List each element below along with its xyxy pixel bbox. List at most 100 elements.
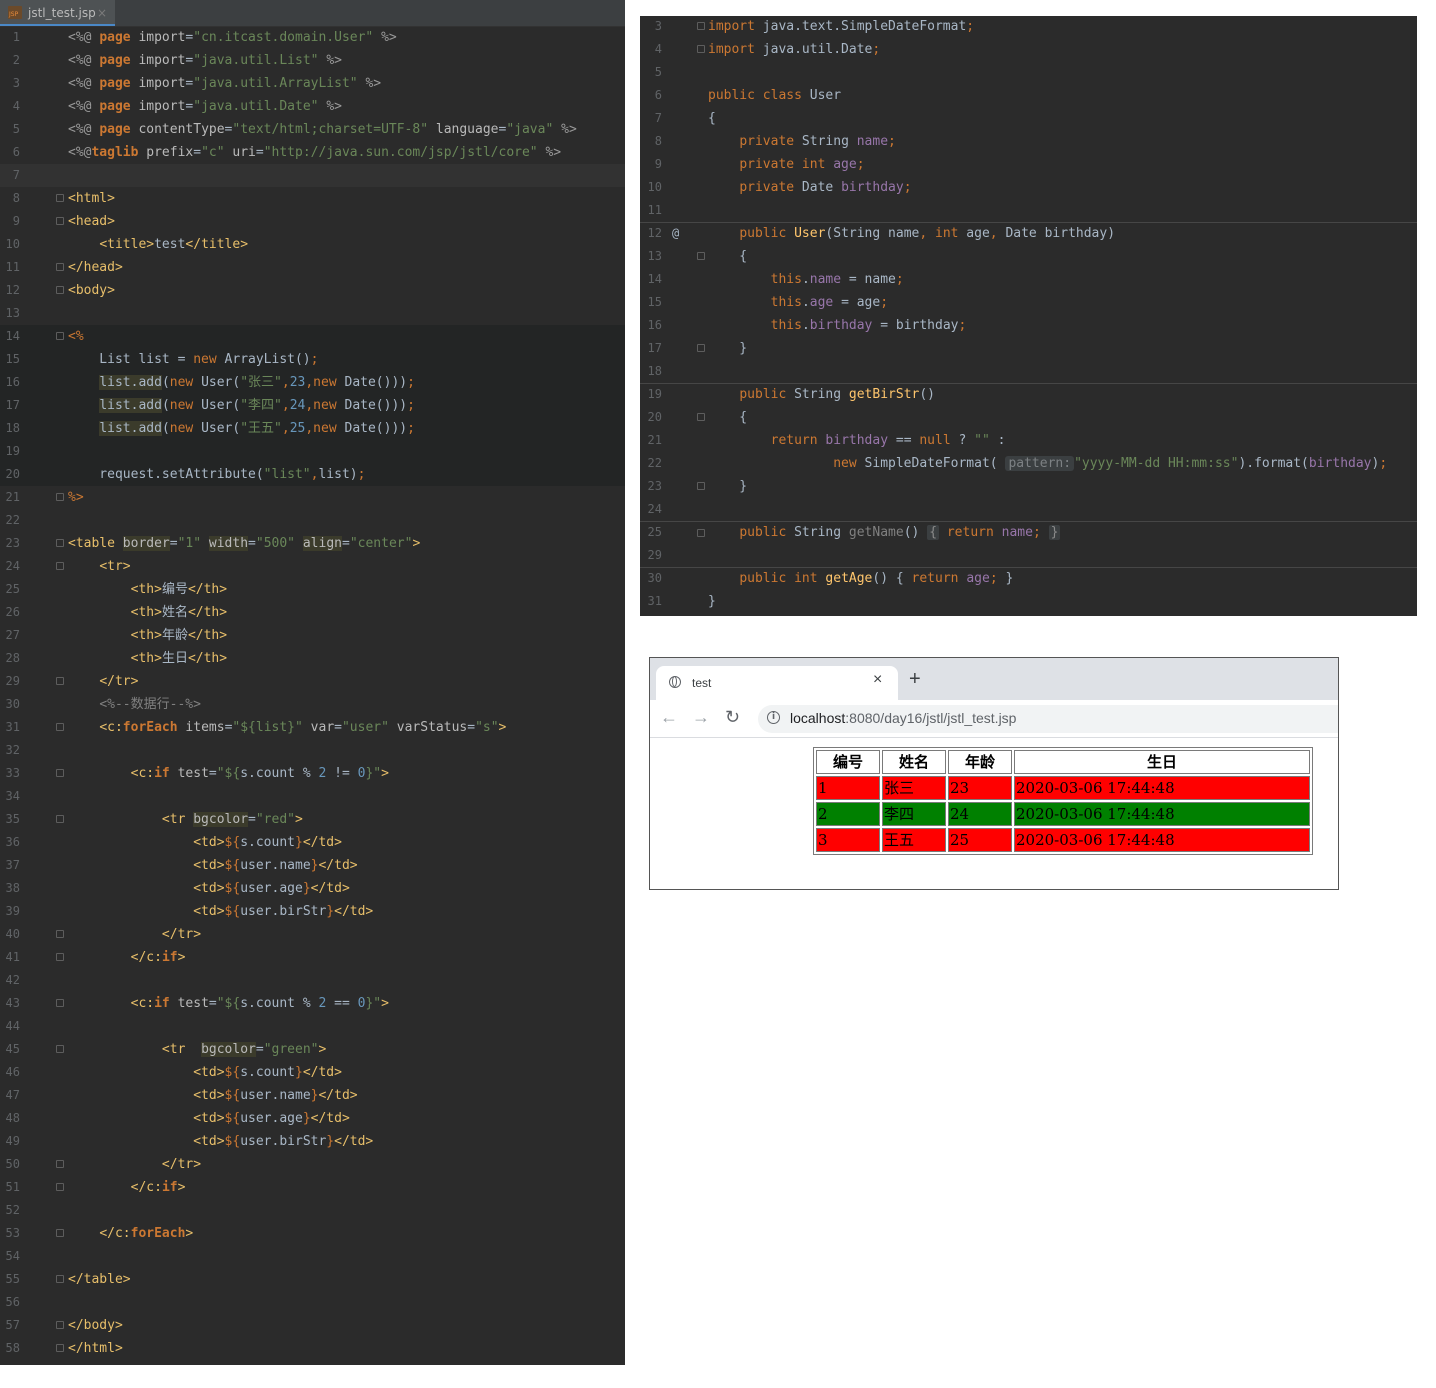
code-text: <td>${user.birStr}</td> [193, 1134, 374, 1149]
code-text: <td>${user.birStr}</td> [193, 904, 374, 919]
fold-icon[interactable] [56, 1045, 64, 1053]
line-number: 45 [5, 1042, 20, 1056]
fold-icon[interactable] [56, 493, 64, 501]
cell-birthday: 2020-03-06 17:44:48 [1014, 828, 1310, 852]
fold-icon[interactable] [56, 194, 64, 202]
line-number: 54 [5, 1249, 20, 1263]
line-number: 32 [5, 743, 20, 757]
cell-name: 张三 [882, 776, 946, 800]
fold-icon[interactable] [56, 1344, 64, 1352]
line-number: 30 [647, 571, 662, 585]
close-icon[interactable]: × [97, 1, 107, 25]
code-line: 36 <td>${s.count}</td> [0, 831, 625, 854]
fold-icon[interactable] [697, 22, 705, 30]
reload-icon[interactable]: ↻ [725, 705, 740, 729]
line-number: 48 [5, 1111, 20, 1125]
fold-icon[interactable] [56, 286, 64, 294]
fold-icon[interactable] [56, 1183, 64, 1191]
close-icon[interactable]: × [873, 671, 882, 689]
fold-icon[interactable] [56, 1229, 64, 1237]
fold-icon[interactable] [56, 217, 64, 225]
code-text: <table border="1" width="500" align="cen… [68, 536, 421, 551]
code-text: request.setAttribute("list",list); [68, 467, 366, 482]
code-line: 21 return birthday == null ? "" : [640, 429, 1417, 452]
code-line: 24 <tr> [0, 555, 625, 578]
fold-icon[interactable] [697, 413, 705, 421]
code-text: <tr bgcolor="red"> [161, 812, 303, 827]
fold-icon[interactable] [56, 999, 64, 1007]
fold-icon[interactable] [697, 482, 705, 490]
jsp-file-icon [8, 6, 22, 19]
fold-icon[interactable] [56, 953, 64, 961]
forward-arrow-icon[interactable]: → [692, 705, 710, 729]
code-area[interactable]: 1 <%@ page import="cn.itcast.domain.User"… [0, 26, 625, 1360]
code-line: 19 public String getBirStr() [640, 383, 1417, 406]
line-number: 13 [5, 306, 20, 320]
code-text: <html> [68, 191, 115, 206]
code-text: new SimpleDateFormat( pattern: "yyyy-MM-d… [833, 456, 1388, 471]
jsp-editor[interactable]: jstl_test.jsp × 1 <%@ page import="cn.itc… [0, 0, 625, 1365]
line-number: 16 [647, 318, 662, 332]
code-line: 28 <th>生日</th> [0, 647, 625, 670]
new-tab-icon[interactable]: + [909, 669, 921, 689]
line-number: 24 [647, 502, 662, 516]
fold-icon[interactable] [56, 263, 64, 271]
browser-tab[interactable]: test × [656, 666, 898, 700]
code-text: <%@ page import="java.util.List" %> [68, 53, 342, 68]
code-line: 18 list.add(new User("王五",25,new Date())… [0, 417, 625, 440]
code-line: 43 <c:if test="${s.count % 2 == 0}"> [0, 992, 625, 1015]
address-bar[interactable]: i localhost:8080/day16/jstl/jstl_test.js… [758, 705, 1338, 733]
code-line: 47 <td>${user.name}</td> [0, 1084, 625, 1107]
fold-icon[interactable] [56, 815, 64, 823]
code-line: 22 new SimpleDateFormat( pattern: "yyyy-M… [640, 452, 1417, 475]
back-arrow-icon[interactable]: ← [660, 705, 678, 729]
fold-icon[interactable] [697, 344, 705, 352]
code-line: 10 <title>test</title> [0, 233, 625, 256]
code-line: 14 <% [0, 325, 625, 348]
fold-icon[interactable] [697, 529, 705, 537]
fold-icon[interactable] [56, 1275, 64, 1283]
code-text: <td>${s.count}</td> [193, 1065, 342, 1080]
code-area[interactable]: 3 import java.text.SimpleDateFormat; 4 imp… [640, 16, 1417, 613]
line-number: 6 [654, 88, 662, 102]
code-text: </tr> [161, 1157, 202, 1172]
code-text: <th>编号</th> [130, 582, 228, 597]
code-line: 55 </table> [0, 1268, 625, 1291]
fold-icon[interactable] [56, 930, 64, 938]
code-line: 20 { [640, 406, 1417, 429]
code-line: 54 [0, 1245, 625, 1268]
fold-icon[interactable] [56, 677, 64, 685]
code-line: 19 [0, 440, 625, 463]
fold-icon[interactable] [56, 332, 64, 340]
code-line: 30 public int getAge() { return age; } [640, 567, 1417, 590]
code-text: <%@ page import="java.util.Date" %> [68, 99, 342, 114]
code-text: public String getName() { return name; } [739, 525, 1061, 540]
url-text[interactable]: localhost:8080/day16/jstl/jstl_test.jsp [790, 710, 1016, 726]
code-text: { [708, 410, 748, 425]
code-line: 41 </c:if> [0, 946, 625, 969]
info-icon[interactable]: i [767, 711, 780, 724]
fold-icon[interactable] [56, 562, 64, 570]
fold-icon[interactable] [56, 723, 64, 731]
line-number: 29 [5, 674, 20, 688]
cell-birthday: 2020-03-06 17:44:48 [1014, 802, 1310, 826]
line-number: 15 [5, 352, 20, 366]
browser-window: test × + ← → ↻ i localhost:8080/day16/js… [649, 657, 1339, 890]
code-line: 7{ [640, 107, 1417, 130]
code-line: 23 <table border="1" width="500" align="c… [0, 532, 625, 555]
fold-icon[interactable] [697, 45, 705, 53]
fold-icon[interactable] [56, 1160, 64, 1168]
code-line: 20 request.setAttribute("list",list); [0, 463, 625, 486]
fold-icon[interactable] [56, 1321, 64, 1329]
fold-icon[interactable] [56, 539, 64, 547]
code-text: </c:forEach> [99, 1226, 194, 1241]
override-marker-icon[interactable]: @ [672, 222, 679, 245]
fold-icon[interactable] [697, 252, 705, 260]
java-editor[interactable]: 3 import java.text.SimpleDateFormat; 4 imp… [640, 16, 1417, 616]
tab-jstl-test-jsp[interactable]: jstl_test.jsp × [0, 0, 115, 26]
fold-icon[interactable] [56, 769, 64, 777]
code-line: 25 <th>编号</th> [0, 578, 625, 601]
code-text: public String getBirStr() [739, 387, 936, 402]
code-text: List list = new ArrayList(); [68, 352, 319, 367]
code-line: 50 </tr> [0, 1153, 625, 1176]
